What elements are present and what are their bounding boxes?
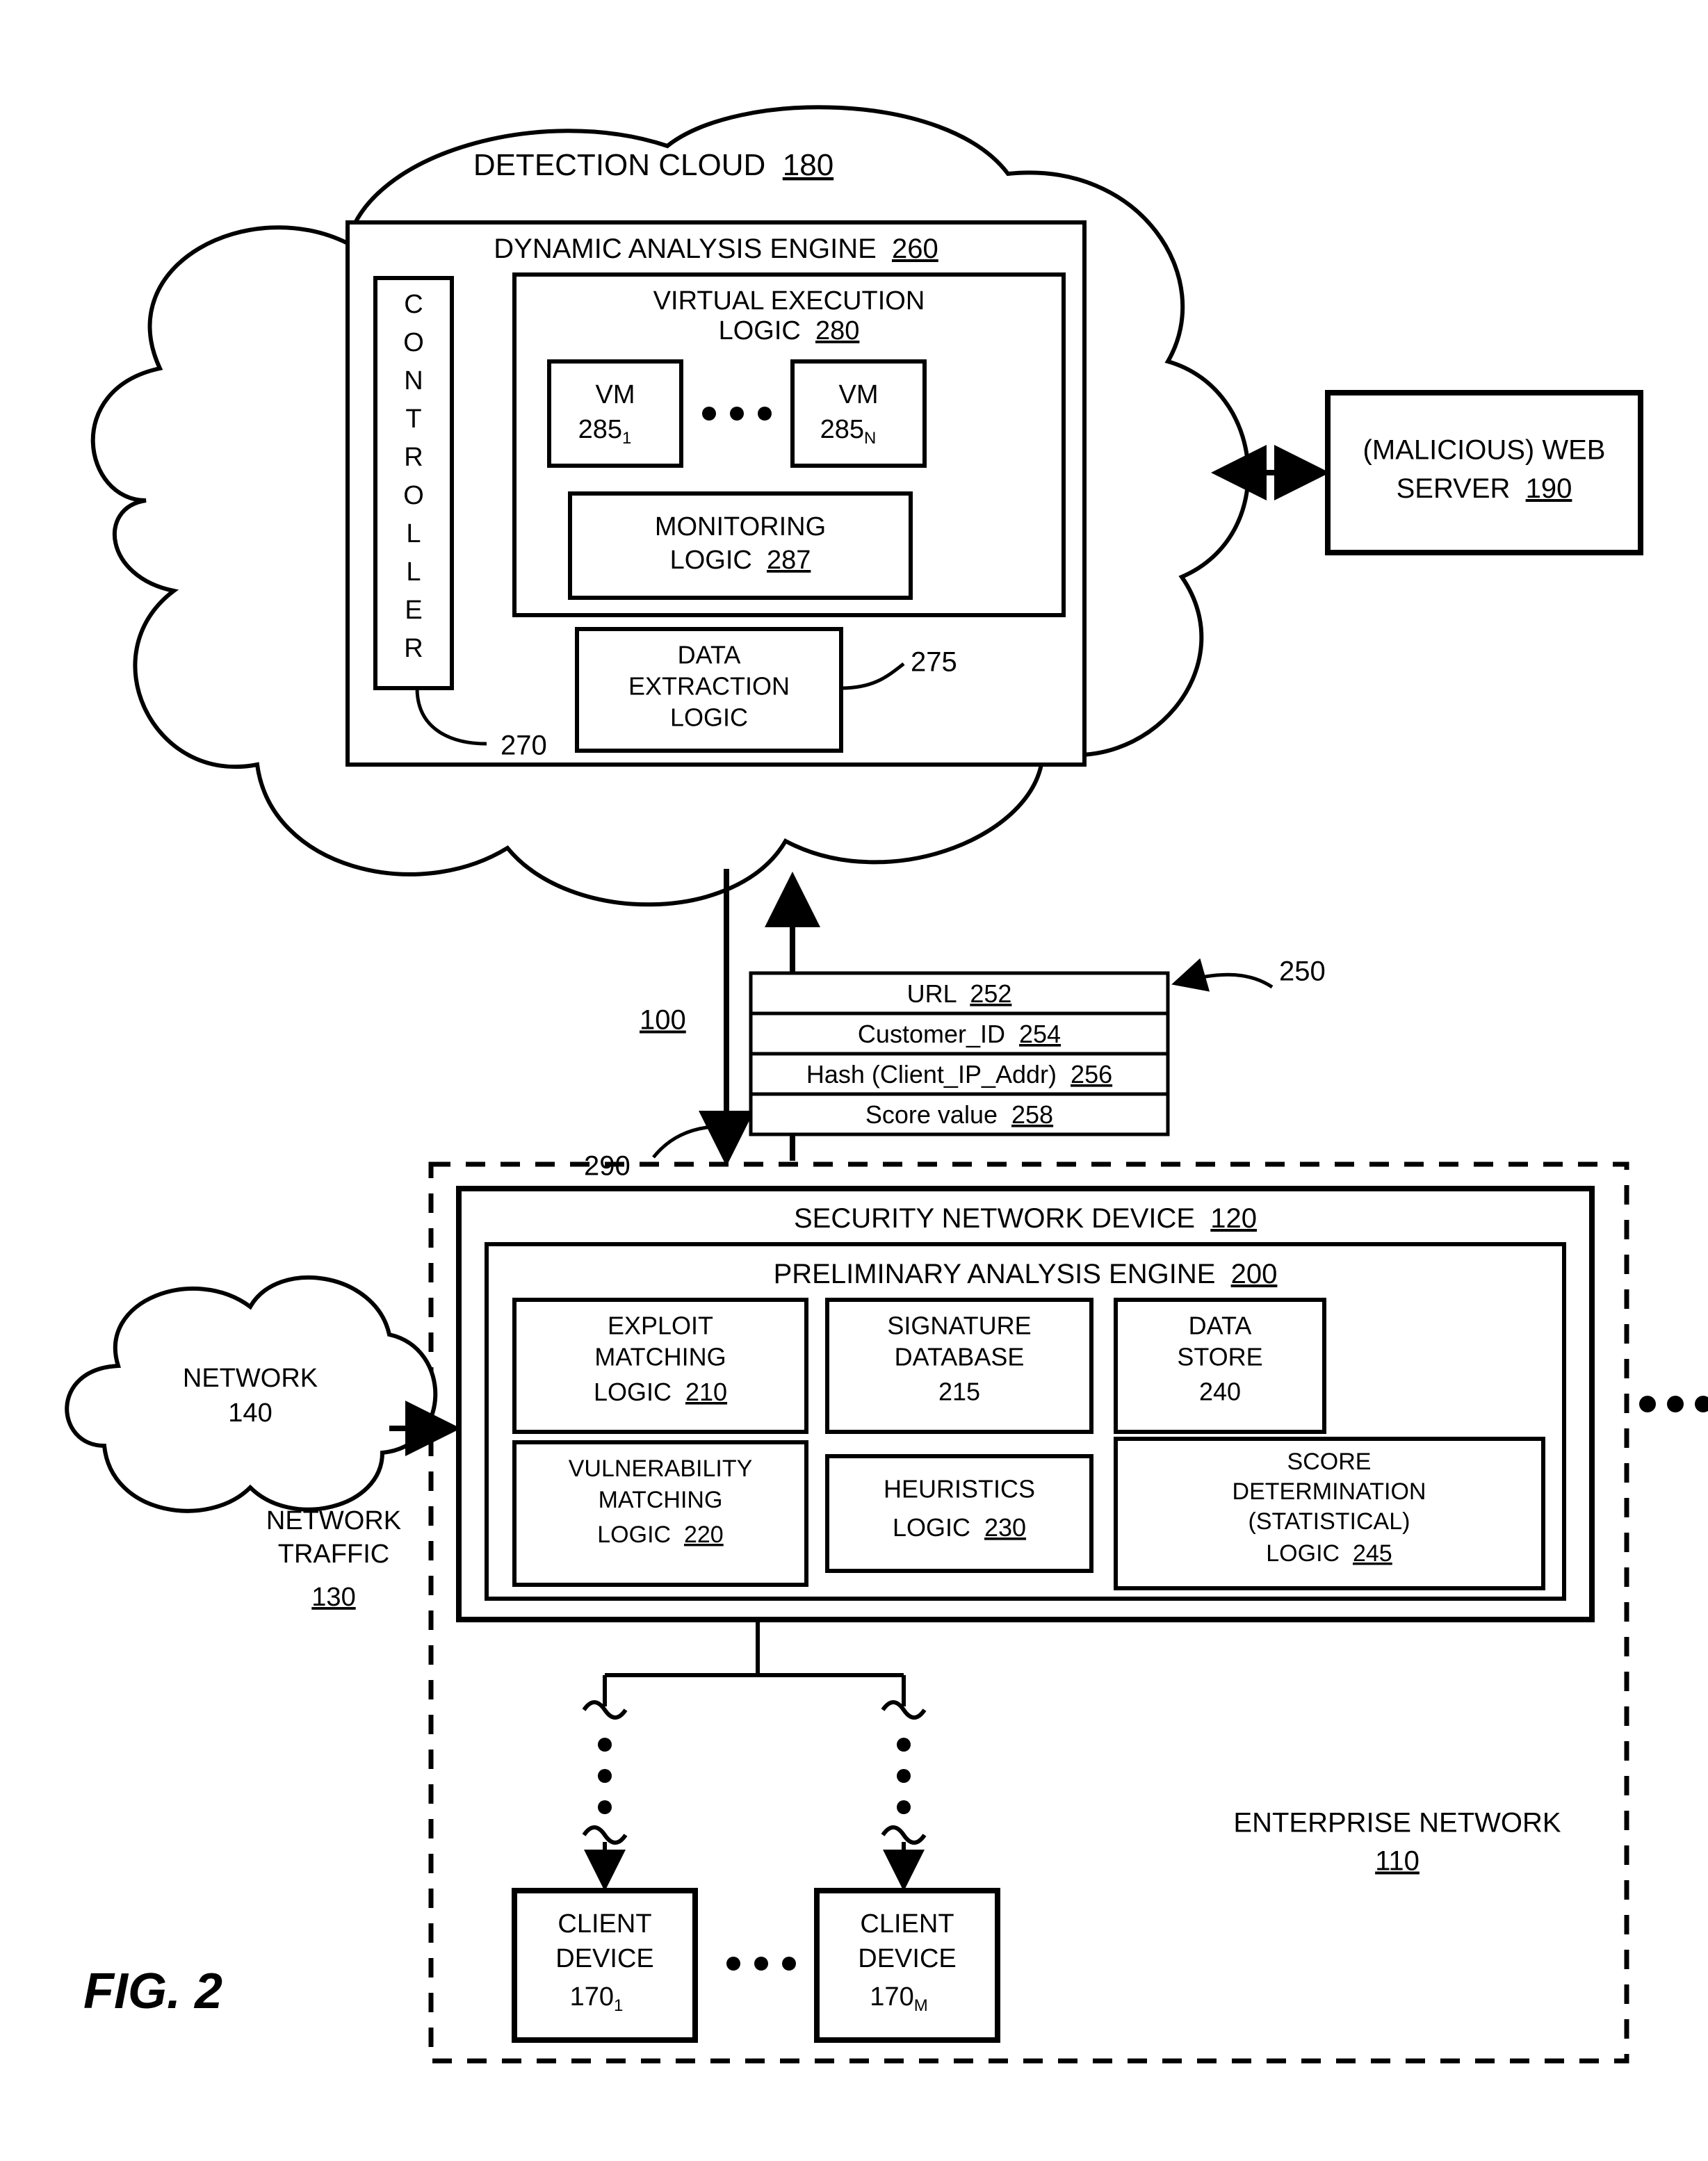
traffic-l1: NETWORK — [266, 1506, 401, 1535]
datastore-box: DATA STORE 240 — [1116, 1300, 1324, 1432]
vml-box: VULNERABILITY MATCHING LOGIC 220 — [514, 1442, 806, 1585]
traffic-l2: TRAFFIC — [278, 1540, 389, 1569]
clientm-box: CLIENT DEVICE 170M — [817, 1891, 998, 2040]
svg-text:LOGIC 230: LOGIC 230 — [893, 1513, 1026, 1542]
enterprise-label: ENTERPRISE NETWORK — [1233, 1808, 1561, 1838]
svg-text:LOGIC 287: LOGIC 287 — [670, 546, 811, 575]
client1-box: CLIENT DEVICE 1701 — [514, 1891, 695, 2040]
svg-text:MATCHING: MATCHING — [594, 1343, 726, 1371]
client-ellipsis-icon — [726, 1957, 796, 1971]
vm1-box: VM 2851 — [549, 361, 681, 466]
svg-text:VM: VM — [839, 380, 879, 409]
controller-letter: C — [404, 290, 423, 319]
svg-text:URL 252: URL 252 — [907, 979, 1012, 1008]
figure-label: FIG. 2 — [83, 1964, 222, 2019]
svg-text:T: T — [405, 405, 421, 434]
svg-text:DATABASE: DATABASE — [895, 1343, 1025, 1371]
svg-text:EXPLOIT: EXPLOIT — [608, 1312, 713, 1340]
svg-text:L: L — [406, 519, 421, 548]
svg-text:SECURITY NETWORK DEVICE 120: SECURITY NETWORK DEVICE 120 — [794, 1203, 1257, 1234]
svg-text:DEVICE: DEVICE — [555, 1944, 653, 1973]
svg-text:O: O — [403, 328, 424, 357]
web-server-box: (MALICIOUS) WEB SERVER 190 — [1328, 393, 1641, 553]
svg-text:CLIENT: CLIENT — [860, 1909, 954, 1939]
svg-text:O: O — [403, 481, 424, 510]
svg-text:VM: VM — [596, 380, 635, 409]
svg-text:HEURISTICS: HEURISTICS — [884, 1475, 1035, 1503]
svg-text:CLIENT: CLIENT — [558, 1909, 651, 1939]
message-block: URL 252 Customer_ID 254 Hash (Client_IP_… — [751, 956, 1326, 1134]
svg-text:Customer_ID 254: Customer_ID 254 — [858, 1020, 1061, 1048]
svg-text:LOGIC: LOGIC — [670, 703, 748, 732]
network-cloud: NETWORK 140 — [67, 1278, 435, 1511]
svg-text:L: L — [406, 557, 421, 587]
svg-text:EXTRACTION: EXTRACTION — [628, 672, 790, 701]
client-dots-left — [598, 1738, 612, 1814]
svg-text:SCORE: SCORE — [1287, 1449, 1372, 1475]
svg-text:140: 140 — [228, 1398, 272, 1428]
svg-text:Hash (Client_IP_Addr) 256: Hash (Client_IP_Addr) 256 — [806, 1060, 1112, 1088]
svg-text:SERVER 190: SERVER 190 — [1397, 473, 1572, 504]
svg-text:R: R — [404, 634, 423, 663]
svg-text:LOGIC 210: LOGIC 210 — [594, 1378, 727, 1406]
svg-text:VULNERABILITY: VULNERABILITY — [569, 1455, 753, 1482]
snd-client-connector — [584, 1620, 925, 1718]
svg-text:DATA: DATA — [1189, 1312, 1252, 1340]
heur-box: HEURISTICS LOGIC 230 — [827, 1456, 1091, 1571]
svg-text:PRELIMINARY ANALYSIS ENGINE 2: PRELIMINARY ANALYSIS ENGINE 200 — [774, 1259, 1278, 1289]
svg-text:LOGIC 245: LOGIC 245 — [1266, 1540, 1392, 1567]
svg-text:215: 215 — [938, 1378, 980, 1406]
ref-100: 100 — [640, 1005, 686, 1036]
svg-text:(MALICIOUS) WEB: (MALICIOUS) WEB — [1363, 435, 1606, 466]
svg-text:E: E — [405, 596, 422, 625]
svg-text:NETWORK: NETWORK — [183, 1364, 318, 1393]
eml-box: EXPLOIT MATCHING LOGIC 210 — [514, 1300, 806, 1432]
client-arrows — [584, 1827, 925, 1887]
svg-text:MATCHING: MATCHING — [599, 1487, 723, 1513]
svg-text:STORE: STORE — [1177, 1343, 1262, 1371]
vmn-box: VM 285N — [792, 361, 925, 466]
svg-text:LOGIC 220: LOGIC 220 — [597, 1522, 723, 1548]
client-dots-right — [897, 1738, 911, 1814]
svg-text:DETERMINATION: DETERMINATION — [1233, 1478, 1426, 1505]
svg-text:VIRTUAL EXECUTION: VIRTUAL EXECUTION — [653, 286, 925, 316]
vm-ellipsis-icon — [702, 407, 772, 421]
svg-text:240: 240 — [1199, 1378, 1241, 1406]
sdl-box: SCORE DETERMINATION (STATISTICAL) LOGIC … — [1116, 1439, 1543, 1588]
svg-text:MONITORING: MONITORING — [655, 512, 826, 541]
svg-text:R: R — [404, 443, 423, 472]
svg-text:DYNAMIC ANALYSIS ENGINE 260: DYNAMIC ANALYSIS ENGINE 260 — [494, 234, 938, 264]
svg-text:DATA: DATA — [678, 641, 741, 669]
del-ref: 275 — [911, 647, 957, 678]
traffic-ref: 130 — [311, 1583, 355, 1612]
controller-ref: 270 — [501, 731, 547, 761]
monitoring-logic-box: MONITORING LOGIC 287 — [570, 494, 911, 598]
sigdb-box: SIGNATURE DATABASE 215 — [827, 1300, 1091, 1432]
svg-text:Score value 258: Score value 258 — [865, 1100, 1053, 1129]
svg-text:SIGNATURE: SIGNATURE — [887, 1312, 1031, 1340]
enterprise-ref: 110 — [1375, 1846, 1420, 1877]
snd-ellipsis-icon — [1639, 1396, 1708, 1412]
svg-text:LOGIC 280: LOGIC 280 — [719, 316, 860, 345]
svg-text:(STATISTICAL): (STATISTICAL) — [1249, 1508, 1410, 1535]
svg-text:N: N — [404, 366, 423, 395]
svg-text:DEVICE: DEVICE — [858, 1944, 956, 1973]
ref-250: 250 — [1279, 956, 1326, 987]
cloud-title: DETECTION CLOUD 180 — [473, 148, 833, 182]
